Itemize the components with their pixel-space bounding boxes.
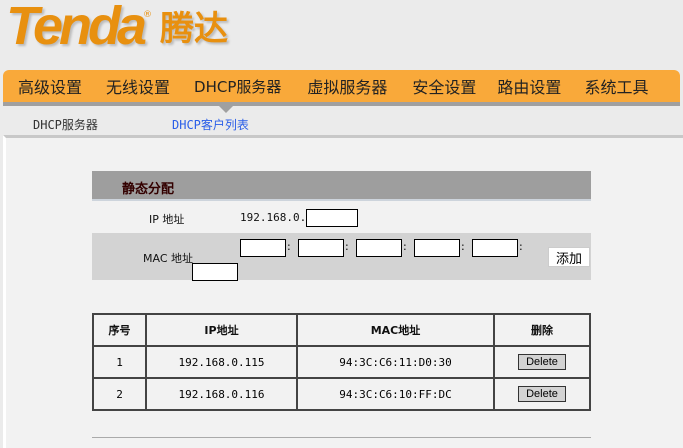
mac-input-6[interactable]: [192, 263, 238, 281]
nav-system-tools[interactable]: 系统工具: [584, 74, 648, 98]
nav-advanced[interactable]: 高级设置: [18, 74, 82, 98]
row-delete-cell: Delete: [493, 345, 591, 379]
subnav-dhcp-client-list[interactable]: DHCP客户列表: [172, 116, 249, 133]
main-nav: 高级设置 无线设置 DHCP服务器 虚拟服务器 安全设置 路由设置 系统工具: [3, 70, 680, 102]
logo-cn: 腾达: [160, 9, 229, 49]
colon: :: [403, 240, 407, 253]
header-delete: 删除: [493, 313, 591, 347]
mac-input-5[interactable]: [472, 239, 518, 257]
mac-label: MAC 地址: [143, 252, 193, 265]
logo-text: Tenda: [6, 0, 147, 56]
ip-last-octet-input[interactable]: [306, 209, 358, 227]
section-title: 静态分配: [92, 171, 591, 201]
row-no: 2: [92, 377, 147, 411]
row-no: 1: [92, 345, 147, 379]
registered-mark: ®: [143, 10, 153, 20]
nav-routing[interactable]: 路由设置: [497, 74, 561, 98]
mac-input-4[interactable]: [414, 239, 460, 257]
mac-input-1[interactable]: [240, 239, 286, 257]
colon: :: [461, 240, 465, 253]
nav-wireless[interactable]: 无线设置: [106, 74, 170, 98]
colon: :: [287, 240, 291, 253]
row-mac: 94:3C:C6:11:D0:30: [296, 345, 495, 379]
subnav-dhcp-server[interactable]: DHCP服务器: [33, 116, 98, 133]
bottom-divider: [92, 437, 591, 438]
active-nav-arrow-icon: [218, 105, 234, 113]
ip-prefix: 192.168.0.: [240, 211, 307, 224]
row-delete-cell: Delete: [493, 377, 591, 411]
static-lease-table: 序号 IP地址 MAC地址 删除 1 192.168.0.115 94:3C:C…: [92, 313, 591, 411]
delete-button[interactable]: Delete: [518, 386, 566, 402]
colon: :: [519, 240, 523, 253]
nav-virtual-server[interactable]: 虚拟服务器: [307, 74, 387, 98]
header-no: 序号: [92, 313, 147, 347]
table-row: 1 192.168.0.115 94:3C:C6:11:D0:30 Delete: [92, 345, 591, 379]
nav-dhcp[interactable]: DHCP服务器: [194, 76, 281, 97]
row-ip: 192.168.0.115: [145, 345, 298, 379]
mac-input-3[interactable]: [356, 239, 402, 257]
delete-button[interactable]: Delete: [518, 354, 566, 370]
row-ip: 192.168.0.116: [145, 377, 298, 411]
header-ip: IP地址: [145, 313, 298, 347]
table-header-row: 序号 IP地址 MAC地址 删除: [92, 313, 591, 347]
ip-label: IP 地址: [149, 213, 185, 226]
row-mac: 94:3C:C6:10:FF:DC: [296, 377, 495, 411]
mac-input-2[interactable]: [298, 239, 344, 257]
tenda-logo: Tenda ® 腾达: [6, 0, 229, 56]
add-button[interactable]: 添加: [548, 247, 590, 267]
nav-divider: [3, 102, 680, 106]
colon: :: [345, 240, 349, 253]
header-mac: MAC地址: [296, 313, 495, 347]
nav-security[interactable]: 安全设置: [412, 74, 476, 98]
table-row: 2 192.168.0.116 94:3C:C6:10:FF:DC Delete: [92, 377, 591, 411]
